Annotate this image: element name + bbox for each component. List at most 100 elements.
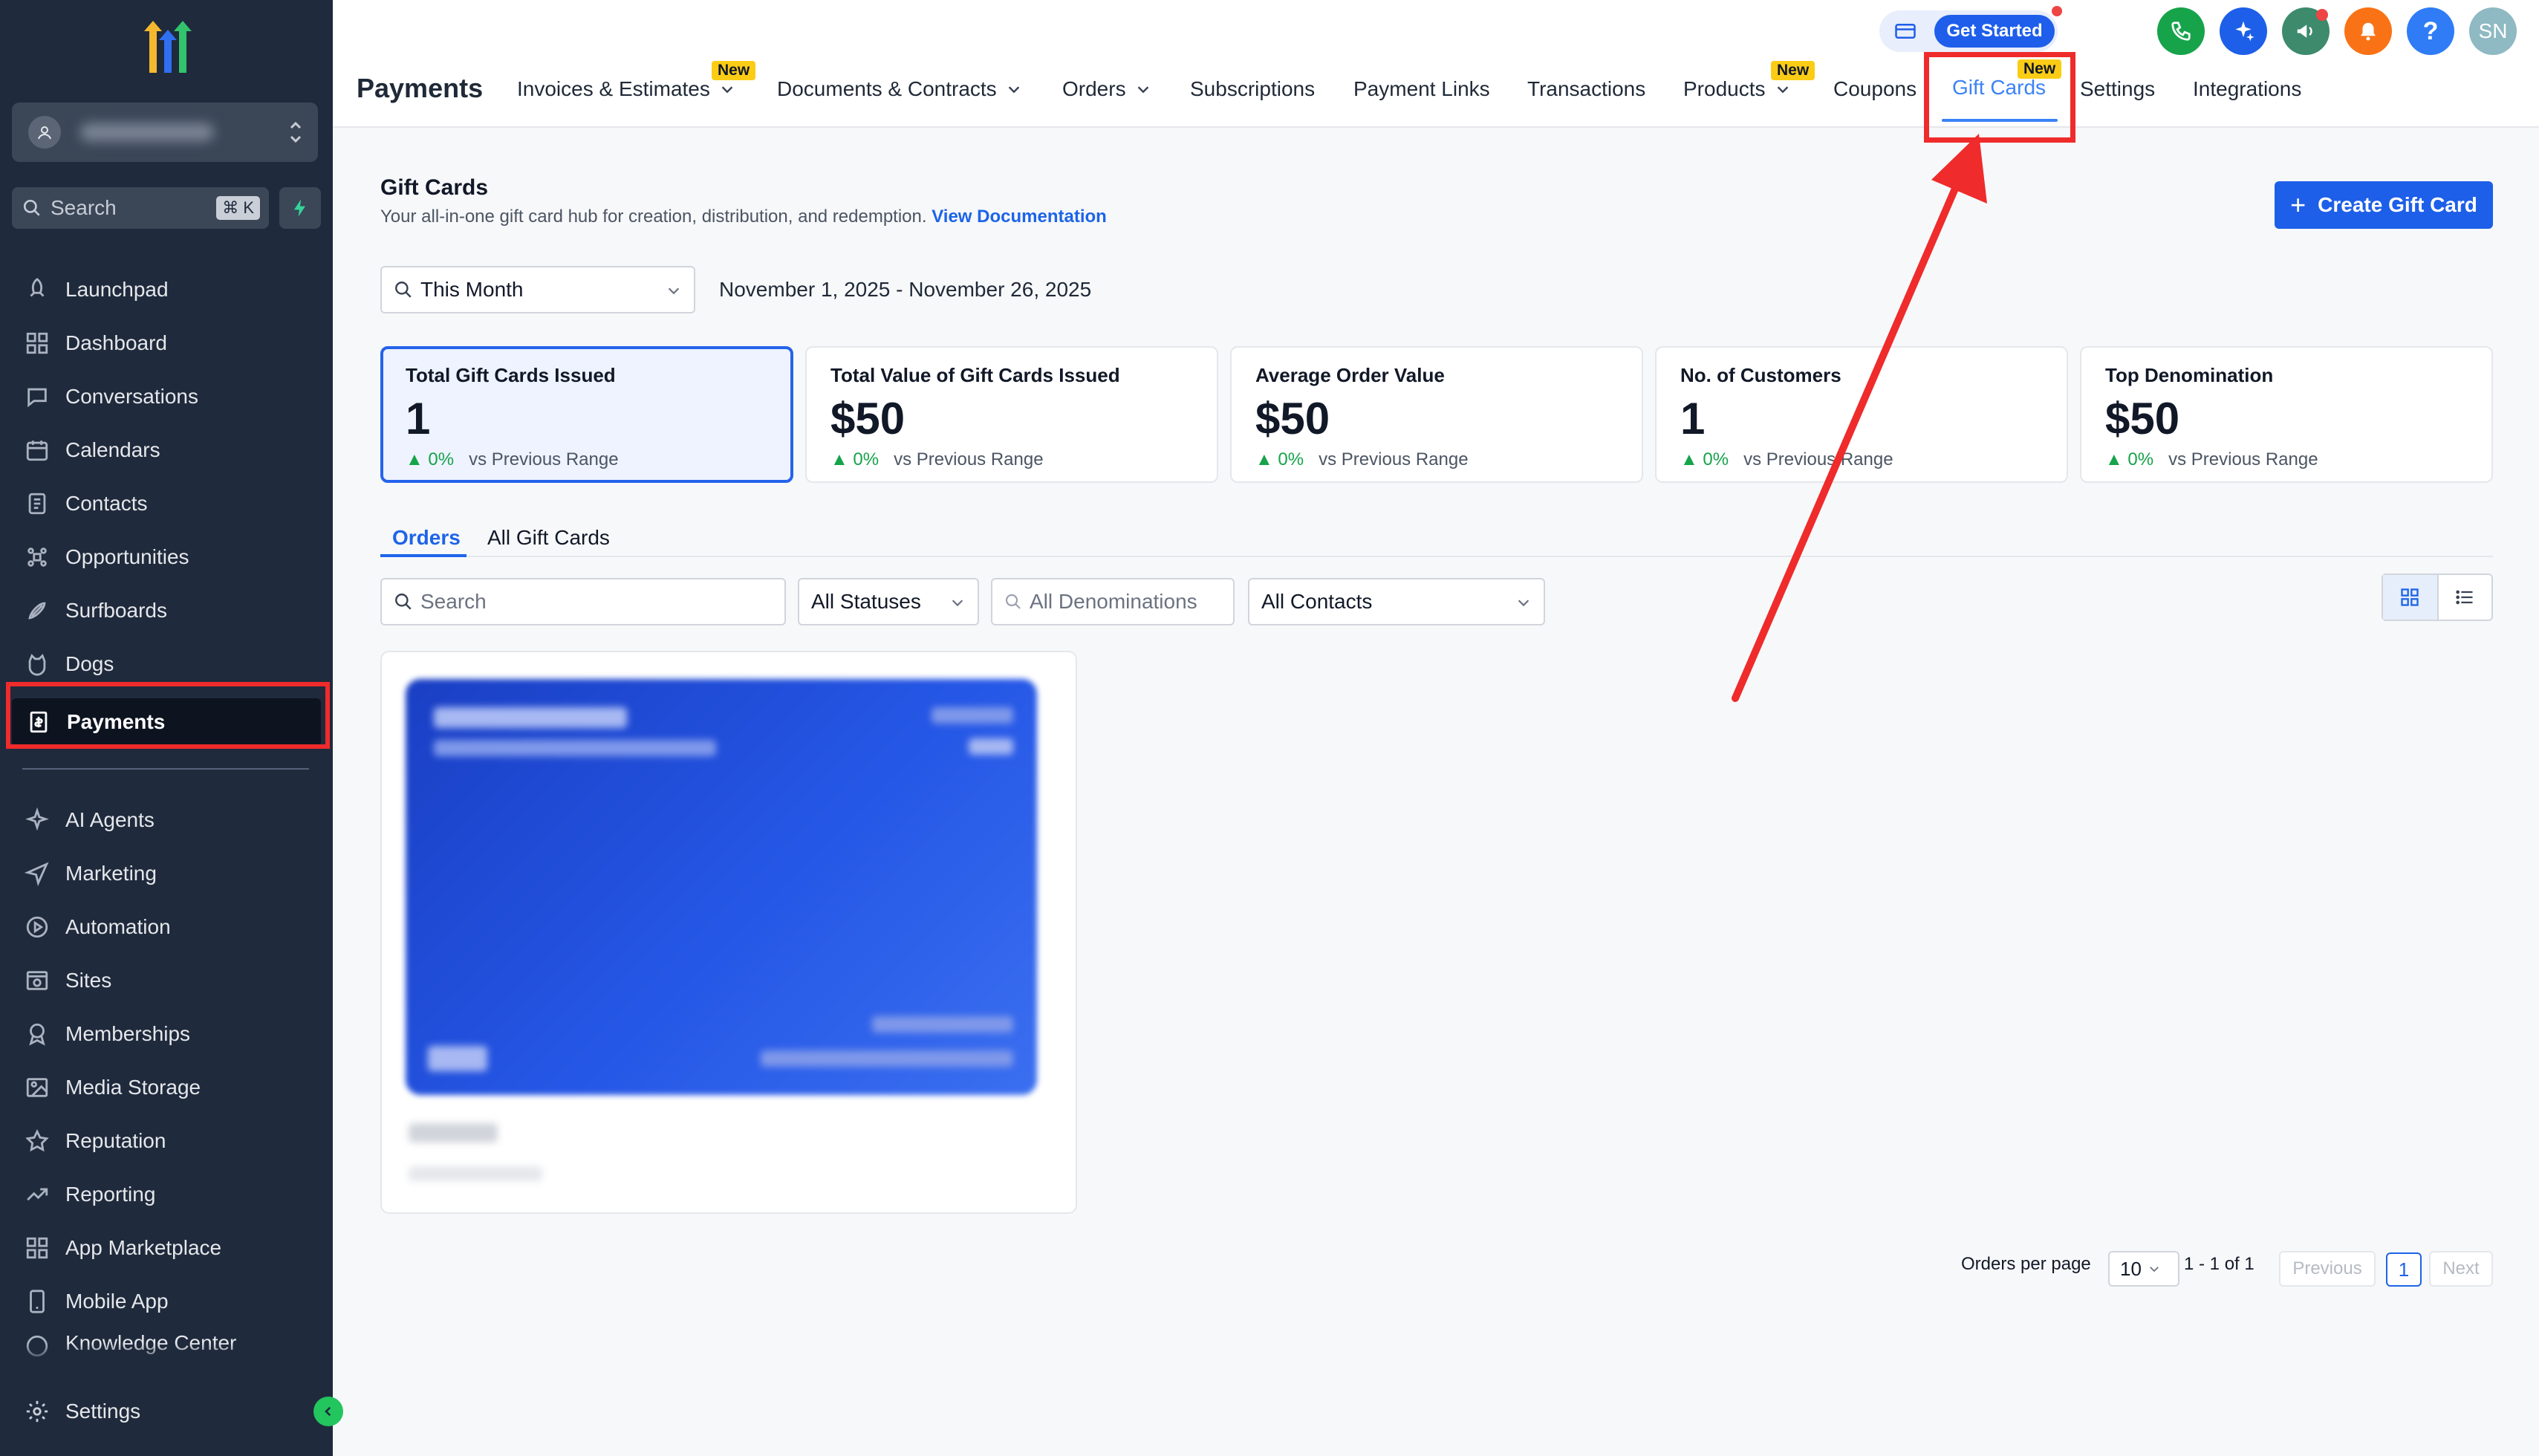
subtab-all-gift-cards[interactable]: All Gift Cards [487,526,610,550]
notifications-button[interactable] [2344,7,2392,55]
blurred-order-meta [409,1166,542,1181]
phone-button[interactable] [2157,7,2205,55]
surfboard-icon [22,596,52,625]
sidebar-item-label: Dogs [65,652,114,675]
annotation-arrow [1732,134,1987,702]
quick-action-bolt-icon[interactable] [279,187,321,229]
blurred-order-amount [409,1123,498,1143]
announcements-button[interactable] [2282,7,2330,55]
status-filter-value: All Statuses [811,590,921,613]
tab-invoices-and-estimates[interactable]: Invoices & Estimates [517,77,735,101]
sidebar-item-label: Marketing [65,862,157,885]
denominations-placeholder: All Denominations [1030,590,1197,613]
sidebar-item-label: Memberships [65,1022,191,1045]
denominations-filter-input[interactable]: All Denominations [991,578,1235,625]
previous-page-button[interactable]: Previous [2279,1251,2376,1287]
sidebar-item-marketing[interactable]: Marketing [0,850,333,897]
tab-label: Transactions [1527,77,1646,100]
user-avatar[interactable]: SN [2469,7,2517,55]
apps-icon [22,1233,52,1263]
sidebar-item-conversations[interactable]: Conversations [0,373,333,420]
new-badge: New [1771,61,1815,80]
sidebar-item-launchpad[interactable]: Launchpad [0,266,333,313]
view-documentation-link[interactable]: View Documentation [932,207,1107,227]
sidebar-item-automation[interactable]: Automation [0,903,333,951]
search-placeholder: Search [420,590,487,613]
dog-icon [22,649,52,679]
gift-card-order[interactable] [380,651,1077,1214]
sidebar-item-reputation[interactable]: Reputation [0,1117,333,1165]
top-bar [333,0,2539,128]
orders-search-input[interactable]: Search [380,578,786,625]
tab-label: Coupons [1833,77,1917,100]
sidebar-item-opportunities[interactable]: Opportunities [0,533,333,581]
chevron-down-icon [1135,81,1151,97]
blurred-card-footer [761,1050,1013,1067]
tab-products[interactable]: Products [1683,77,1791,101]
sites-icon [22,966,52,995]
next-page-button[interactable]: Next [2429,1251,2493,1287]
chevron-down-icon [1515,594,1532,611]
grid-icon [2399,587,2420,608]
stat-compare-label: vs Previous Range [1319,449,1469,469]
help-button[interactable]: ? [2407,7,2454,55]
create-gift-card-button[interactable]: + Create Gift Card [2275,181,2493,229]
sidebar-item-app-marketplace[interactable]: App Marketplace [0,1224,333,1272]
sidebar-item-label: Opportunities [65,545,189,568]
section-title: Gift Cards [380,175,489,200]
location-switcher[interactable] [12,103,318,162]
card-icon [1894,21,1917,42]
sidebar-item-label: Launchpad [65,278,169,301]
stat-card-total-value-of-gift-cards-issued[interactable]: Total Value of Gift Cards Issued $50 ▲ 0% … [805,346,1218,483]
sidebar-item-calendars[interactable]: Calendars [0,426,333,474]
sidebar-item-memberships[interactable]: Memberships [0,1010,333,1058]
sidebar-item-label: Reporting [65,1183,156,1206]
tab-payment-links[interactable]: Payment Links [1353,77,1490,101]
tab-transactions[interactable]: Transactions [1527,77,1645,101]
sidebar-item-dashboard[interactable]: Dashboard [0,319,333,367]
badge-icon [22,1019,52,1049]
sidebar-item-contacts[interactable]: Contacts [0,480,333,527]
tab-integrations[interactable]: Integrations [2193,77,2301,101]
subtitle-text: Your all-in-one gift card hub for creati… [380,207,927,227]
list-view-button[interactable] [2436,575,2491,620]
tab-subscriptions[interactable]: Subscriptions [1190,77,1315,101]
grid-view-button[interactable] [2383,575,2437,620]
sidebar-item-label: Mobile App [65,1290,169,1313]
get-started-button[interactable]: Get Started [1934,15,2055,48]
status-filter-select[interactable]: All Statuses [798,578,979,625]
per-page-label: Orders per page [1961,1254,2091,1274]
tab-coupons[interactable]: Coupons [1833,77,1917,101]
sidebar-item-surfboards[interactable]: Surfboards [0,587,333,634]
sidebar-search[interactable]: Search ⌘ K [12,187,269,229]
pagination-range: 1 - 1 of 1 [2184,1254,2254,1274]
sidebar-item-dogs[interactable]: Dogs [0,640,333,688]
contacts-filter-select[interactable]: All Contacts [1248,578,1545,625]
stat-card-total-gift-cards-issued[interactable]: Total Gift Cards Issued 1 ▲ 0% vs Previous… [380,346,793,483]
list-icon [2454,587,2475,608]
collapse-sidebar-button[interactable] [313,1397,343,1426]
tab-settings[interactable]: Settings [2080,77,2155,101]
chevron-down-icon [666,282,682,299]
tab-documents-and-contracts[interactable]: Documents & Contracts [777,77,1022,101]
date-range-select[interactable]: This Month [380,266,695,313]
page-title: Payments [357,73,484,103]
up-triangle-icon: ▲ [2105,449,2128,469]
sidebar-item-ai-agents[interactable]: AI Agents [0,796,333,844]
sidebar-item-label: AI Agents [65,808,155,831]
up-triangle-icon: ▲ [1255,449,1278,469]
stat-card-top-denomination[interactable]: Top Denomination $50 ▲ 0% vs Previous Rang… [2080,346,2493,483]
sidebar-item-media-storage[interactable]: Media Storage [0,1064,333,1111]
sidebar-item-settings[interactable]: Settings [0,1388,333,1435]
sidebar-item-sites[interactable]: Sites [0,957,333,1004]
ai-assistant-button[interactable] [2220,7,2267,55]
tab-orders[interactable]: Orders [1062,77,1151,101]
subtab-orders[interactable]: Orders [392,526,461,550]
page-1-button[interactable]: 1 [2386,1252,2422,1287]
trend-icon [22,1180,52,1209]
per-page-select[interactable]: 10 [2108,1251,2179,1287]
sidebar-item-mobile-app[interactable]: Mobile App [0,1278,333,1325]
sidebar-item-reporting[interactable]: Reporting [0,1171,333,1218]
up-triangle-icon: ▲ [406,449,429,469]
stat-card-average-order-value[interactable]: Average Order Value $50 ▲ 0% vs Previous R… [1230,346,1643,483]
